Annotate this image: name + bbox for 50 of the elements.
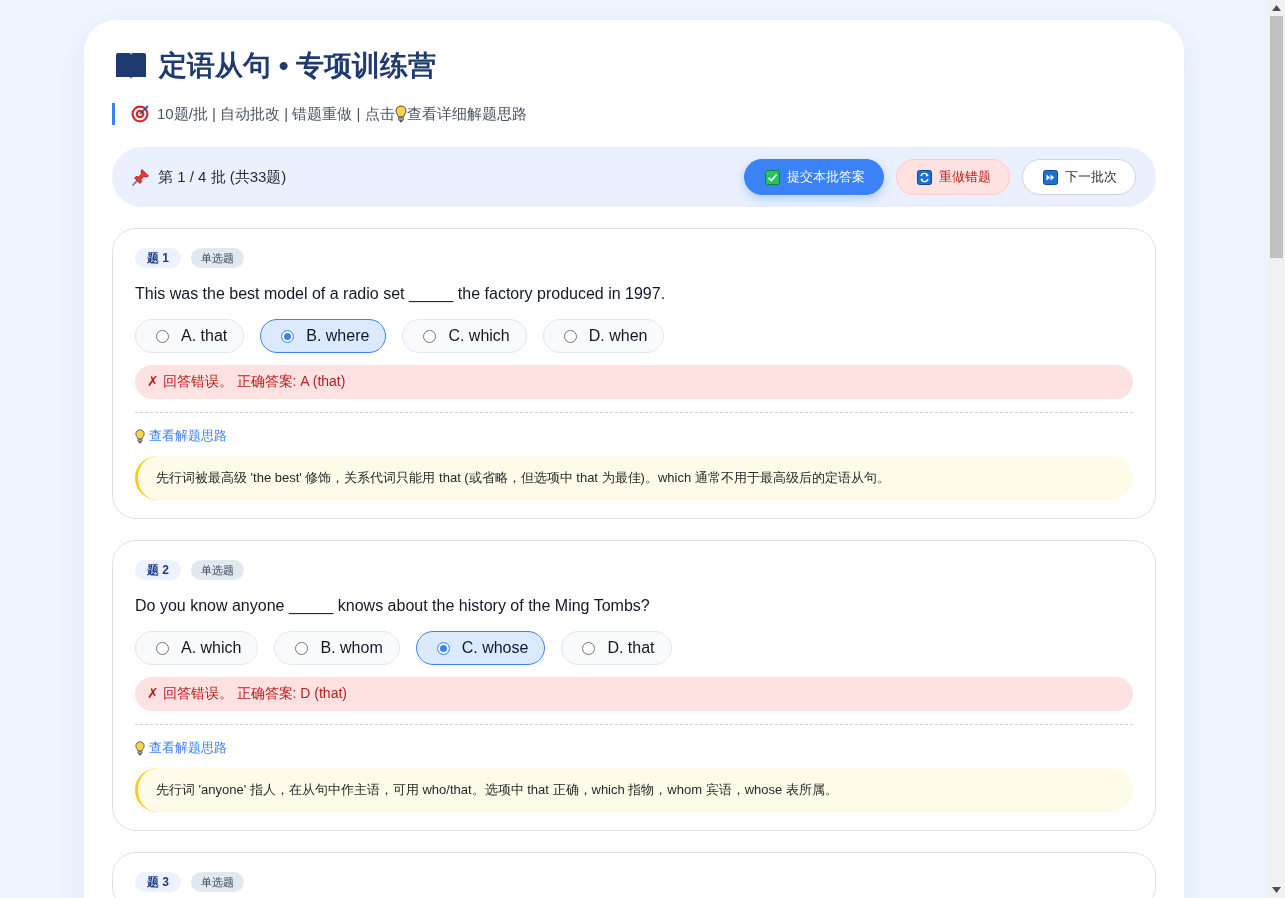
answer-option[interactable]: A. that	[135, 319, 245, 353]
radio-icon	[423, 329, 437, 343]
scrollbar[interactable]	[1268, 0, 1285, 898]
pushpin-icon	[132, 168, 150, 186]
question-number-tag: 题 3	[135, 872, 181, 892]
page-title: 定语从句 • 专项训练营	[159, 49, 437, 83]
scroll-up-icon[interactable]	[1272, 5, 1281, 11]
redo-wrong-button[interactable]: 重做错题	[896, 159, 1010, 195]
explanation-note: 先行词被最高级 'the best' 修饰，关系代词只能用 that (或省略，但选项中 that 为最佳)。which 通常不用于最高级后的定语从句。	[135, 456, 1133, 500]
fast-forward-icon	[1043, 169, 1058, 185]
refresh-icon	[917, 169, 932, 185]
subtitle-text: 10题/批 | 自动批改 | 错题重做 | 点击	[157, 104, 395, 124]
subtitle-text: 查看详细解题思路	[406, 104, 527, 124]
answer-option[interactable]: D. when	[542, 319, 665, 353]
radio-icon	[436, 641, 450, 655]
question-text: This was the best model of a radio set _____ the factory produced in 1997.	[135, 284, 667, 305]
answer-option[interactable]: D. that	[561, 631, 672, 665]
scroll-down-icon[interactable]	[1272, 887, 1281, 893]
question-type-tag: 单选题	[191, 560, 244, 580]
submit-answers-button[interactable]: 提交本批答案	[744, 159, 884, 195]
answer-option[interactable]: C. which	[402, 319, 527, 353]
feedback-message: ✗ 回答错误。 正确答案: A (that)	[135, 365, 1133, 399]
radio-icon	[156, 329, 169, 343]
question-type-tag: 单选题	[191, 872, 244, 892]
radio-icon	[156, 641, 169, 655]
next-batch-button[interactable]: 下一批次	[1022, 159, 1136, 195]
scrollbar-thumb[interactable]	[1270, 16, 1283, 258]
answer-option[interactable]: A. which	[135, 631, 259, 665]
answer-option[interactable]: B. where	[260, 319, 387, 353]
checkmark-icon	[765, 169, 780, 185]
answer-option[interactable]: B. whom	[274, 631, 400, 665]
book-icon	[115, 52, 147, 80]
lightbulb-icon	[135, 428, 145, 444]
question-number-tag: 题 1	[135, 248, 181, 268]
question-text: Do you know anyone _____ knows about the history of the Ming Tombs?	[135, 596, 651, 617]
question-number-tag: 题 2	[135, 560, 181, 580]
hint-link[interactable]: 查看解题思路	[149, 739, 227, 757]
radio-icon	[582, 641, 596, 655]
hint-link[interactable]: 查看解题思路	[149, 427, 227, 445]
question-type-tag: 单选题	[191, 248, 244, 268]
feedback-message: ✗ 回答错误。 正确答案: D (that)	[135, 677, 1133, 711]
radio-icon	[563, 329, 577, 343]
radio-icon	[281, 329, 295, 343]
lightbulb-icon	[135, 740, 145, 756]
answer-option[interactable]: C. whose	[415, 631, 546, 665]
lightbulb-icon	[394, 105, 407, 123]
radio-icon	[295, 641, 309, 655]
target-icon	[131, 105, 149, 123]
explanation-note: 先行词 'anyone' 指人，在从句中作主语，可用 who/that。选项中 that 正确，which 指物，whom 宾语，whose 表所属。	[135, 768, 1133, 812]
batch-label: 第 1 / 4 批 (共33题)	[158, 167, 287, 187]
